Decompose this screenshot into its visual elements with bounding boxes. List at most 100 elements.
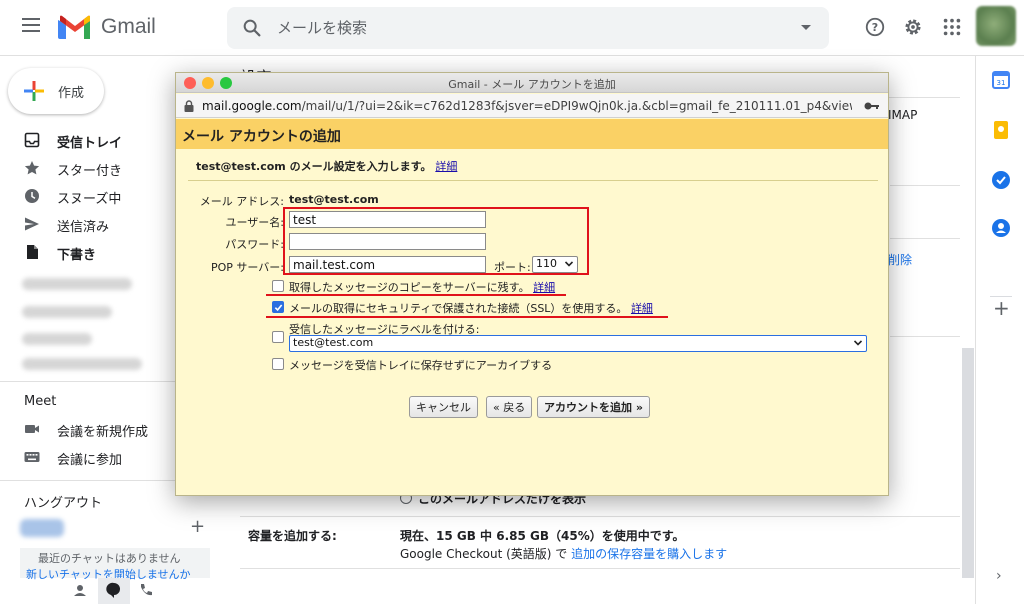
window-title: Gmail - メール アカウントを追加: [448, 78, 616, 91]
blurred-label: [22, 306, 112, 318]
clock-icon: [25, 189, 39, 203]
main-menu-icon[interactable]: [22, 18, 40, 32]
email-value: test@test.com: [289, 193, 379, 206]
blurred-label: [22, 333, 92, 345]
email-label: メール アドレス:: [199, 195, 284, 208]
ssl-option: メールの取得にセキュリティで保護された接続（SSL）を使用する。 詳細: [289, 300, 653, 316]
back-button[interactable]: « 戻る: [486, 396, 533, 418]
get-addons-icon[interactable]: +: [993, 296, 1010, 320]
annotation-box: [283, 207, 589, 275]
plus-icon: [24, 81, 44, 101]
lock-icon: [184, 100, 194, 112]
top-bar: Gmail ?: [0, 0, 1024, 56]
dialog-title: メール アカウントの追加: [182, 129, 341, 145]
username-label: ユーザー名:: [225, 216, 285, 229]
intro-details-link[interactable]: 詳細: [435, 160, 457, 173]
meet-join-meeting[interactable]: 会議に参加: [0, 443, 172, 471]
storage-checkout: Google Checkout (英語版) で: [400, 547, 568, 561]
leave-copy-checkbox[interactable]: [272, 280, 284, 292]
add-chat-icon[interactable]: +: [190, 516, 205, 537]
leave-copy-option: 取得したメッセージのコピーをサーバーに残す。 詳細: [289, 279, 555, 295]
label-select-value: test@test.com: [293, 336, 374, 349]
meet-section-title: Meet: [24, 394, 57, 409]
sidebar-item-starred[interactable]: スター付き: [0, 154, 172, 182]
divider: [890, 238, 960, 239]
window-titlebar[interactable]: Gmail - メール アカウントを追加: [176, 73, 888, 93]
intro-text: test@test.com のメール設定を入力します。 詳細: [196, 158, 457, 174]
hangouts-section-title: ハングアウト: [24, 496, 103, 511]
blurred-label: [22, 358, 142, 370]
side-panel: 31 + ›: [975, 56, 1024, 604]
key-icon[interactable]: [864, 101, 880, 111]
chat-empty-notice: 最近のチャットはありません 新しいチャットを開始しませんか: [20, 548, 210, 581]
search-bar[interactable]: [227, 7, 829, 49]
keep-icon[interactable]: [991, 120, 1011, 140]
keyboard-icon: [24, 452, 40, 462]
meet-item-label: 会議に参加: [57, 453, 123, 468]
storage-usage: 現在、15 GB 中 6.85 GB（45%）を使用中です。: [400, 529, 685, 543]
contacts-icon[interactable]: [991, 218, 1011, 238]
send-icon: [25, 217, 39, 231]
help-icon[interactable]: ?: [864, 16, 886, 38]
delete-link[interactable]: 削除: [888, 251, 912, 268]
divider: [240, 568, 960, 569]
gmail-wordmark: Gmail: [101, 15, 156, 38]
intro-label: test@test.com のメール設定を入力します。: [196, 160, 432, 173]
apps-grid-icon[interactable]: [941, 16, 963, 38]
tasks-icon[interactable]: [991, 170, 1011, 190]
sidebar-item-label: 下書き: [57, 248, 97, 263]
calendar-icon[interactable]: 31: [991, 70, 1011, 90]
account-avatar[interactable]: [976, 6, 1016, 46]
pop-server-label: POP サーバー:: [210, 261, 284, 274]
buy-storage-link[interactable]: 追加の保存容量を購入します: [571, 547, 727, 561]
ssl-checkbox[interactable]: [272, 301, 284, 313]
sidebar-item-label: スター付き: [57, 164, 123, 179]
sidebar-item-inbox[interactable]: 受信トレイ: [0, 126, 172, 154]
sidebar-item-label: 受信トレイ: [57, 136, 123, 151]
dialog-header: メール アカウントの追加: [176, 119, 888, 149]
password-label: パスワード:: [225, 238, 284, 251]
compose-button[interactable]: 作成: [8, 68, 104, 114]
blurred-label: [22, 278, 132, 290]
checkmark-icon: [274, 304, 283, 312]
svg-text:31: 31: [997, 79, 1006, 87]
divider: [890, 185, 960, 186]
annotation-underline: [266, 316, 668, 318]
sidebar-item-snoozed[interactable]: スヌーズ中: [0, 182, 172, 210]
ssl-details-link[interactable]: 詳細: [631, 302, 653, 315]
divider: [240, 516, 960, 517]
storage-label: 容量を追加する:: [248, 529, 337, 543]
phone-icon[interactable]: [141, 584, 152, 596]
search-input[interactable]: [277, 17, 777, 39]
archive-checkbox[interactable]: [272, 358, 284, 370]
url-path: /mail/u/1/?ui=2&ik=c762d1283f&jsver=eDPI…: [301, 99, 852, 113]
add-account-button[interactable]: アカウントを追加 »: [537, 396, 650, 418]
sidebar-item-sent[interactable]: 送信済み: [0, 210, 172, 238]
imap-tab-fragment[interactable]: IMAP: [888, 108, 917, 122]
gmail-logo-icon[interactable]: [58, 14, 92, 40]
label-checkbox[interactable]: [272, 331, 284, 343]
meet-item-label: 会議を新規作成: [57, 425, 149, 440]
settings-gear-icon[interactable]: [902, 16, 924, 38]
chat-empty-text: 最近のチャットはありません: [38, 552, 181, 565]
person-icon[interactable]: [74, 585, 86, 596]
storage-checkout-text: Google Checkout (英語版) で 追加の保存容量を購入します: [400, 545, 727, 562]
ssl-label: メールの取得にセキュリティで保護された接続（SSL）を使用する。: [289, 302, 628, 315]
blurred-contact: [20, 519, 64, 537]
meet-new-meeting[interactable]: 会議を新規作成: [0, 415, 172, 443]
draft-icon: [27, 245, 38, 259]
sidebar-item-label: スヌーズ中: [57, 192, 122, 207]
scrollbar[interactable]: [962, 348, 974, 578]
svg-text:?: ?: [872, 21, 878, 34]
chevron-right-icon[interactable]: ›: [996, 568, 1002, 584]
hangouts-bottom-bar: [74, 578, 152, 604]
sidebar-item-drafts[interactable]: 下書き: [0, 238, 172, 266]
url-domain: mail.google.com: [202, 99, 302, 113]
url-text: mail.google.com/mail/u/1/?ui=2&ik=c762d1…: [202, 99, 852, 113]
label-select[interactable]: test@test.com: [289, 335, 867, 352]
cancel-button[interactable]: キャンセル: [409, 396, 478, 418]
search-options-icon[interactable]: [801, 25, 811, 30]
url-bar[interactable]: mail.google.com/mail/u/1/?ui=2&ik=c762d1…: [176, 94, 888, 118]
leave-copy-details-link[interactable]: 詳細: [533, 281, 555, 294]
search-icon[interactable]: [241, 17, 263, 39]
